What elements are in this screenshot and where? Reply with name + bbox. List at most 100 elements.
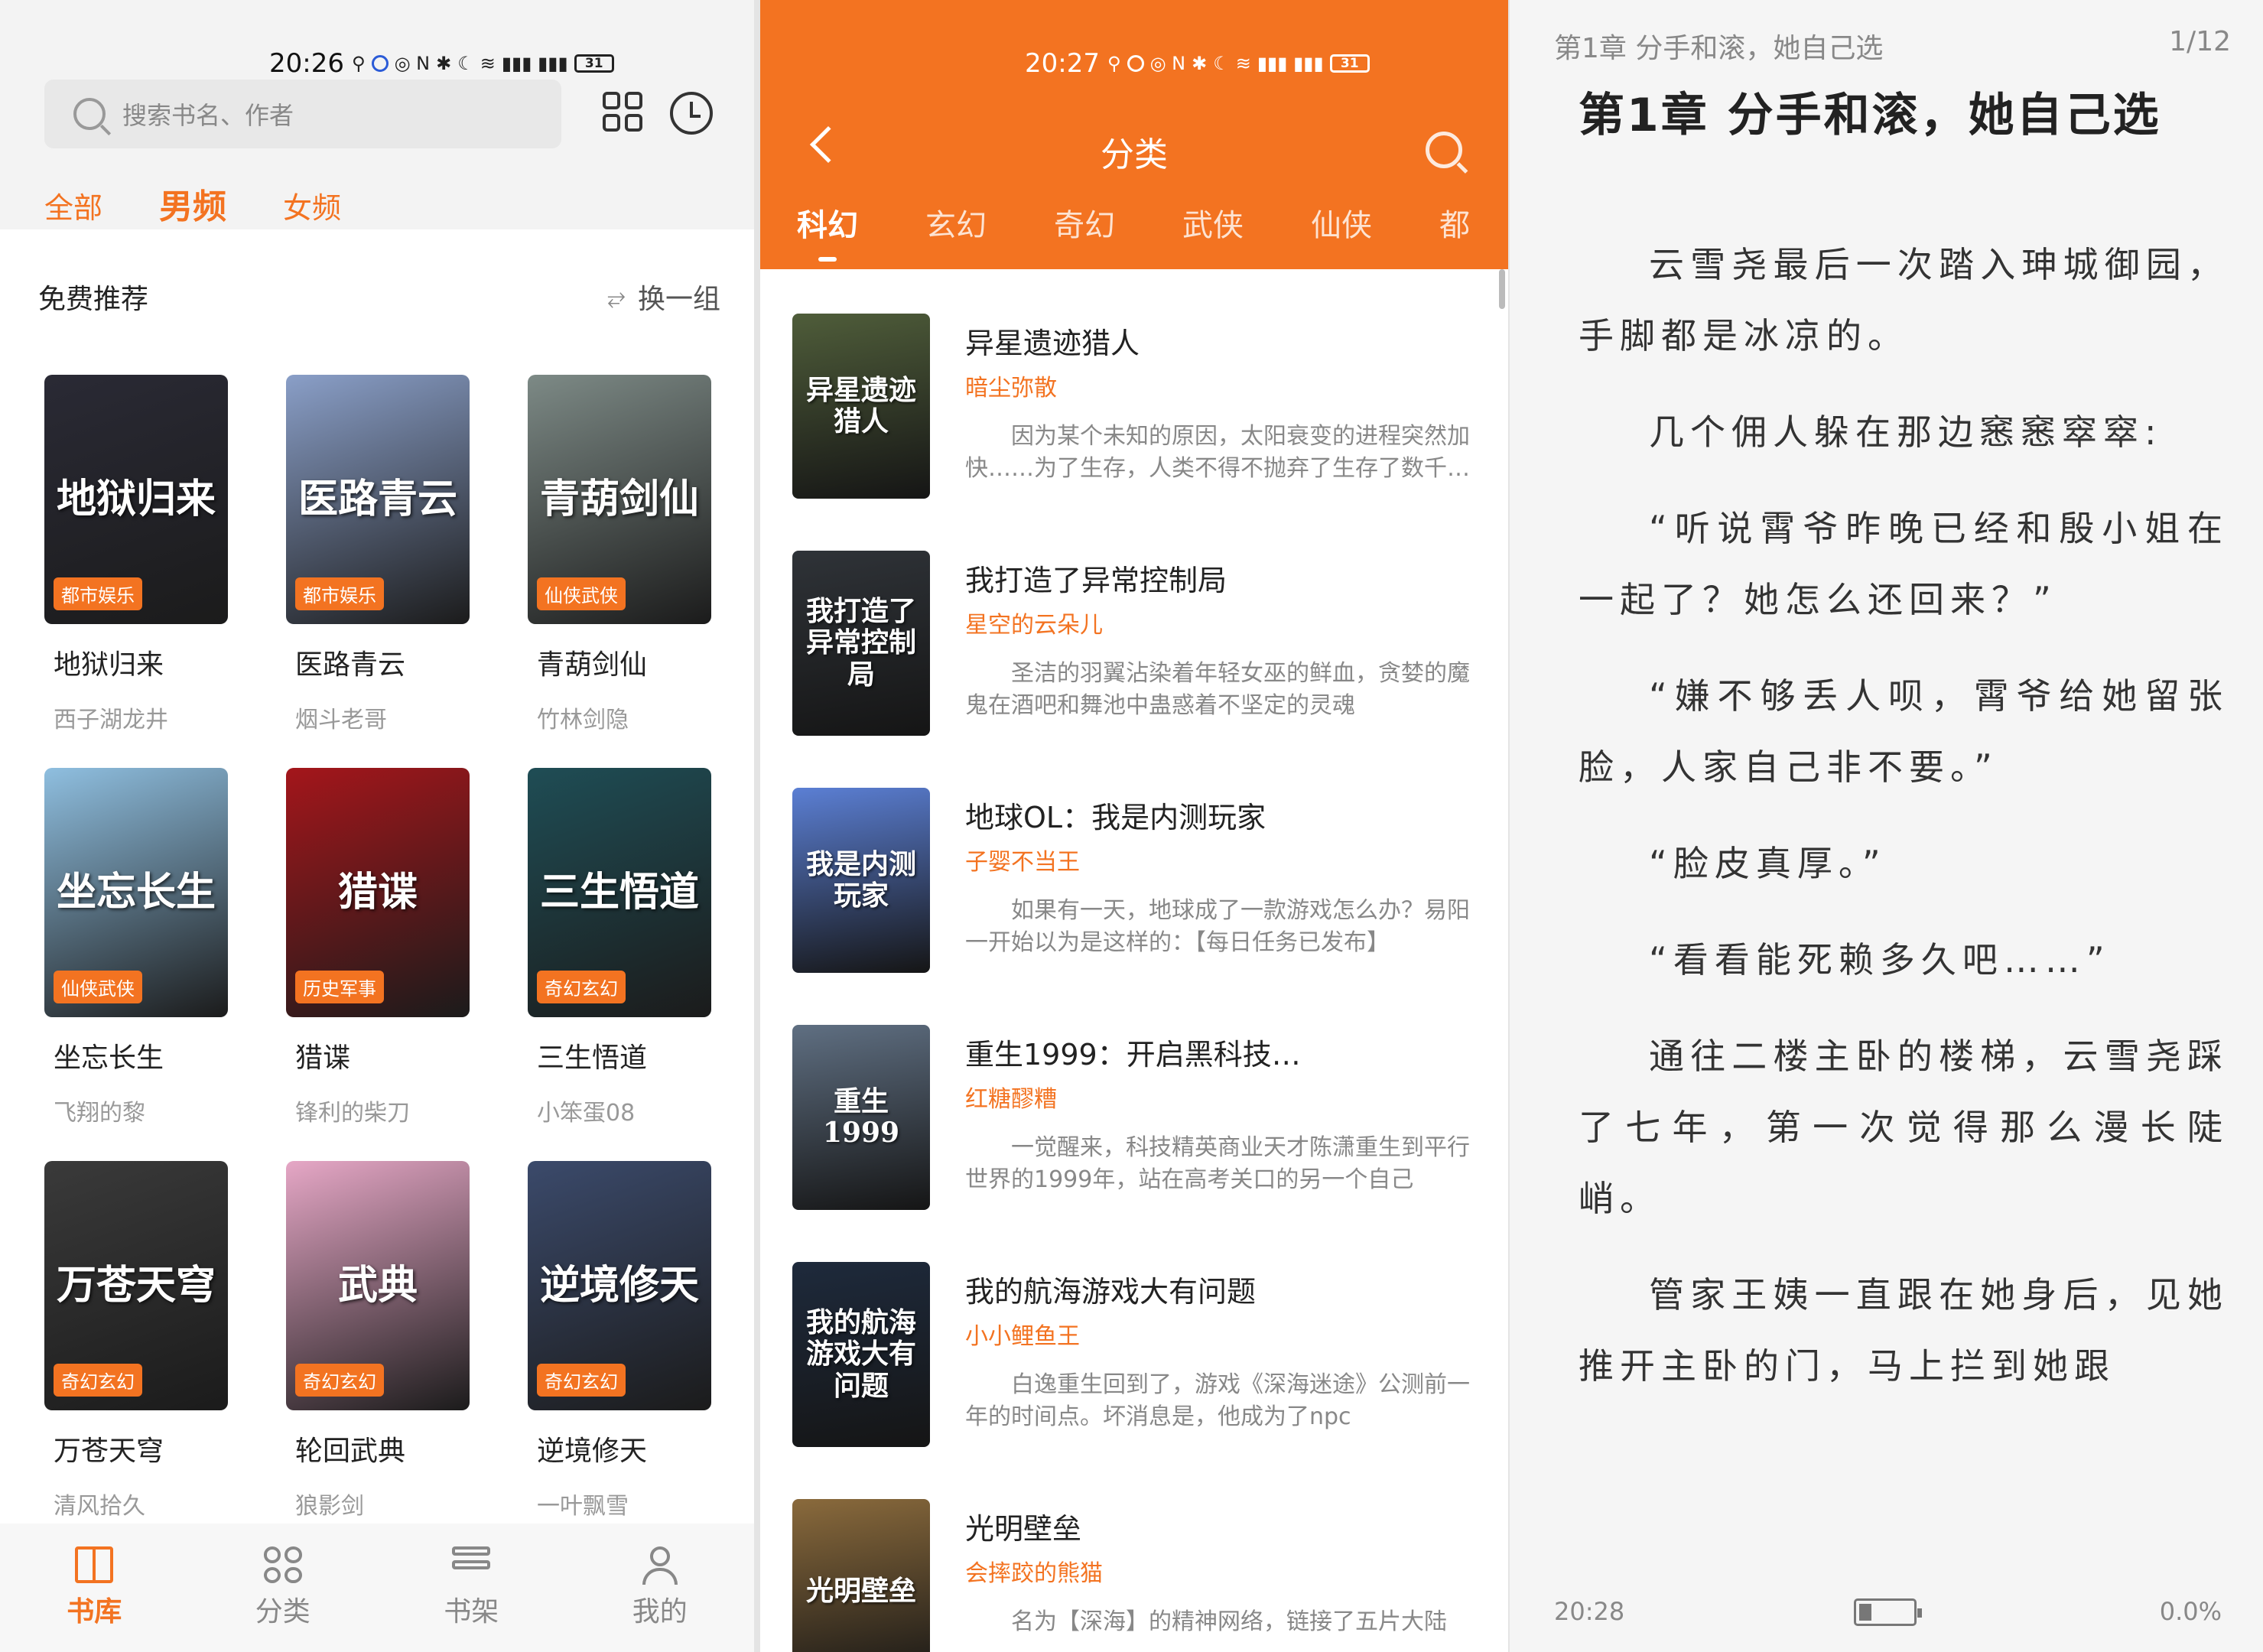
book-card[interactable]: 武典 奇幻玄幻 轮回武典 狼影剑 — [286, 1161, 470, 1554]
cover-title: 坐忘长生 — [56, 869, 216, 916]
bookshelf-icon — [452, 1546, 491, 1583]
status-bar: 20:27 ⚲ ◎ N ✱ ☾ ≋ ▮▮▮ ▮▮▮ 31 — [1025, 44, 1370, 83]
book-cover[interactable]: 三生悟道 奇幻玄幻 — [528, 768, 711, 1017]
list-item[interactable]: 我是内测玩家 地球OL：我是内测玩家 子婴不当王 如果有一天，地球成了一款游戏怎么办？… — [760, 743, 1508, 980]
book-title: 青葫剑仙 — [537, 649, 648, 681]
book-title: 医路青云 — [295, 649, 406, 681]
bottom-nav: 书库 分类 书架 我的 — [0, 1524, 754, 1652]
cover-title: 地狱归来 — [56, 476, 216, 523]
book-cover[interactable]: 重生1999 — [792, 1025, 930, 1210]
user-icon — [641, 1546, 679, 1585]
book-card[interactable]: 逆境修天 奇幻玄幻 逆境修天一叶飘雪 — [528, 1161, 711, 1554]
tab-male[interactable]: 男频 — [159, 179, 226, 228]
book-card[interactable]: 坐忘长生 仙侠武侠 坐忘长生 飞翔的黎 — [44, 768, 228, 1161]
tab-xianxia[interactable]: 仙侠 — [1311, 200, 1372, 245]
reading-progress: 0.0% — [2159, 1597, 2222, 1626]
search-placeholder: 搜索书名、作者 — [122, 101, 294, 130]
nav-category[interactable]: 分类 — [214, 1546, 352, 1629]
book-author: 暗尘弥散 — [965, 375, 1057, 402]
wifi-icon: ≋ — [1235, 53, 1251, 74]
grid-view-icon[interactable] — [603, 92, 642, 132]
book-card[interactable]: 万苍天穹 奇幻玄幻 万苍天穹 清风拾久 — [44, 1161, 228, 1554]
moon-icon: ☾ — [457, 53, 474, 74]
battery-icon: 31 — [1329, 54, 1370, 73]
book-card[interactable]: 青葫剑仙 仙侠武侠 青葫剑仙 竹林剑隐 — [528, 375, 711, 768]
cover-title: 青葫剑仙 — [539, 476, 699, 523]
page-title: 分类 — [1101, 135, 1168, 174]
book-cover[interactable]: 我是内测玩家 — [792, 788, 930, 973]
cover-title: 逆境修天 — [539, 1262, 699, 1309]
tab-all[interactable]: 全部 — [44, 184, 102, 226]
book-title: 地球OL：我是内测玩家 — [965, 801, 1266, 834]
chapter-title: 第1章 分手和滚，她自己选 — [1579, 89, 2161, 142]
book-card[interactable]: 三生悟道 奇幻玄幻 三生悟道 小笨蛋08 — [528, 768, 711, 1161]
list-item[interactable]: 重生1999 重生1999：开启黑科技… 红糖醪糟 一觉醒来，科技精英商业天才陈潇重生… — [760, 980, 1508, 1218]
book-cover[interactable]: 逆境修天 奇幻玄幻 — [528, 1161, 711, 1410]
genre-badge: 都市娱乐 — [295, 577, 384, 610]
nav-label: 分类 — [255, 1596, 311, 1628]
cover-title: 我是内测玩家 — [805, 847, 916, 912]
book-cover[interactable]: 医路青云 都市娱乐 — [286, 375, 470, 624]
nav-bookstore[interactable]: 书库 — [25, 1546, 163, 1629]
nav-label: 我的 — [632, 1596, 688, 1628]
nav-profile[interactable]: 我的 — [591, 1546, 729, 1629]
book-title: 重生1999：开启黑科技… — [965, 1038, 1301, 1072]
nfc-icon: ◎ N — [394, 53, 431, 74]
book-cover[interactable]: 青葫剑仙 仙侠武侠 — [528, 375, 711, 624]
book-cover[interactable]: 万苍天穹 奇幻玄幻 — [44, 1161, 228, 1410]
paragraph: “看看能死赖多久吧……” — [1649, 939, 2111, 980]
tab-urban[interactable]: 都 — [1439, 200, 1470, 245]
search-icon[interactable] — [1426, 132, 1462, 168]
book-cover[interactable]: 异星遗迹猎人 — [792, 314, 930, 499]
tab-fantasy[interactable]: 奇幻 — [1054, 200, 1115, 245]
book-title: 异星遗迹猎人 — [965, 327, 1140, 360]
status-bar: 20:26 ⚲ ◎ N ✱ ☾ ≋ ▮▮▮ ▮▮▮ 31 — [269, 44, 614, 83]
book-cover[interactable]: 地狱归来 都市娱乐 — [44, 375, 228, 624]
cover-title: 重生1999 — [822, 1085, 900, 1149]
book-card[interactable]: 医路青云 都市娱乐医路青云烟斗老哥 — [286, 375, 470, 768]
status-icons: ⚲ ◎ N ✱ ☾ ≋ ▮▮▮ ▮▮▮ 31 — [352, 53, 614, 74]
book-description: 白逸重生回到了，游戏《深海迷途》公测前一年的时间点。坏消息是，他成为了npc — [965, 1371, 1470, 1430]
book-cover[interactable]: 坐忘长生 仙侠武侠 — [44, 768, 228, 1017]
tab-female[interactable]: 女频 — [283, 184, 341, 226]
book-title: 光明壁垒 — [965, 1512, 1082, 1546]
book-author: 一叶飘雪 — [537, 1493, 629, 1520]
paragraph: “脸皮真厚。” — [1649, 843, 1887, 884]
refresh-button[interactable]: ⥂ 换一组 — [607, 277, 720, 317]
cover-title: 武典 — [337, 1262, 418, 1309]
status-time: 20:27 — [1025, 48, 1100, 79]
cover-title: 万苍天穹 — [56, 1262, 216, 1309]
book-cover[interactable]: 我打造了异常控制局 — [792, 551, 930, 736]
tab-xuanhuan[interactable]: 玄幻 — [925, 200, 987, 245]
location-icon: ⚲ — [351, 53, 366, 74]
book-description: 名为【深海】的精神网络，链接了五片大陆 — [1011, 1608, 1447, 1635]
tab-wuxia[interactable]: 武侠 — [1182, 200, 1244, 245]
book-author: 锋利的柴刀 — [295, 1100, 410, 1127]
nav-bookshelf[interactable]: 书架 — [402, 1546, 540, 1629]
location-icon: ⚲ — [1107, 53, 1121, 74]
list-item[interactable]: 异星遗迹猎人 异星遗迹猎人 暗尘弥散 因为某个未知的原因，太阳衰变的进程突然加快……为… — [760, 269, 1508, 506]
genre-badge: 奇幻玄幻 — [295, 1364, 384, 1397]
book-card[interactable]: 猎谍 历史军事 猎谍 锋利的柴刀 — [286, 768, 470, 1161]
cover-title: 我打造了异常控制局 — [805, 594, 916, 691]
book-cover[interactable]: 我的航海游戏大有问题 — [792, 1262, 930, 1447]
list-item[interactable]: 我的航海游戏大有问题 我的航海游戏大有问题 小小鲤鱼王 白逸重生回到了，游戏《深海迷途… — [760, 1218, 1508, 1455]
reader-clock: 20:28 — [1554, 1597, 1625, 1626]
book-author: 小小鲤鱼王 — [965, 1323, 1080, 1350]
book-author: 竹林剑隐 — [537, 707, 629, 733]
cover-title: 光明壁垒 — [805, 1575, 916, 1608]
moon-icon: ☾ — [1213, 53, 1230, 74]
history-clock-icon[interactable] — [670, 92, 713, 135]
tab-scifi[interactable]: 科幻 — [797, 200, 858, 262]
book-author: 烟斗老哥 — [295, 707, 387, 733]
category-tabs: 科幻 玄幻 奇幻 武侠 仙侠 都 — [797, 200, 1470, 262]
reader-panel[interactable]: 第1章 分手和滚，她自己选 1/12 第1章 分手和滚，她自己选 云雪尧最后一次… — [1510, 0, 2263, 1652]
book-card[interactable]: 地狱归来 都市娱乐 地狱归来 西子湖龙井 — [44, 375, 228, 768]
book-cover[interactable]: 武典奇幻玄幻 — [286, 1161, 470, 1410]
list-item[interactable]: 光明壁垒 光明壁垒 会摔跤的熊猫 名为【深海】的精神网络，链接了五片大陆 — [760, 1455, 1508, 1652]
book-cover[interactable]: 光明壁垒 — [792, 1499, 930, 1652]
search-input[interactable]: 搜索书名、作者 — [44, 80, 561, 148]
list-item[interactable]: 我打造了异常控制局 我打造了异常控制局 星空的云朵儿 圣洁的羽翼沾染着年轻女巫的鲜血，… — [760, 506, 1508, 743]
book-author: 狼影剑 — [295, 1493, 364, 1520]
book-cover[interactable]: 猎谍 历史军事 — [286, 768, 470, 1017]
